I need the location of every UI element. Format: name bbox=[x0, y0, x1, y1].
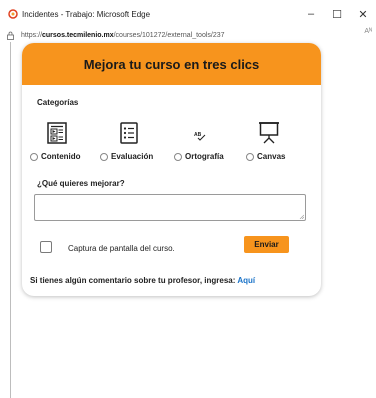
maximize-button[interactable]: ☐ bbox=[324, 0, 350, 28]
category-label-contenido: Contenido bbox=[41, 152, 81, 161]
comment-link[interactable]: Aquí bbox=[237, 276, 255, 285]
question-label: ¿Qué quieres mejorar? bbox=[37, 179, 125, 188]
edge-app-icon bbox=[8, 9, 18, 19]
category-option-contenido[interactable]: Contenido bbox=[30, 152, 81, 161]
send-button[interactable]: Enviar bbox=[244, 236, 289, 253]
screenshot-checkbox-label: Captura de pantalla del curso. bbox=[68, 244, 175, 253]
card-title: Mejora tu curso en tres clics bbox=[83, 56, 260, 72]
category-label-ortografia: Ortografía bbox=[185, 152, 224, 161]
window-title: Incidentes - Trabajo: Microsoft Edge bbox=[22, 9, 151, 19]
checklist-icon[interactable] bbox=[120, 122, 138, 149]
page-left-border bbox=[10, 42, 11, 398]
minimize-button[interactable]: – bbox=[298, 0, 324, 28]
professor-comment-text: Si tienes algún comentario sobre tu prof… bbox=[30, 276, 255, 285]
url-prefix: https:// bbox=[21, 31, 43, 39]
radio-ortografia[interactable] bbox=[174, 152, 182, 161]
address-bar[interactable]: https://cursos.tecmilenio.mx/courses/101… bbox=[0, 28, 376, 42]
card-header: Mejora tu curso en tres clics bbox=[22, 43, 321, 85]
improvement-textarea[interactable] bbox=[34, 194, 306, 221]
close-button[interactable]: ✕ bbox=[350, 0, 376, 28]
spellcheck-icon[interactable]: AB bbox=[194, 128, 206, 146]
content-icon[interactable] bbox=[47, 122, 67, 149]
feedback-card: Mejora tu curso en tres clics Categorías… bbox=[22, 43, 321, 296]
radio-contenido[interactable] bbox=[30, 152, 38, 161]
radio-canvas[interactable] bbox=[246, 152, 254, 161]
url-path: /courses/101272/external_tools/237 bbox=[113, 31, 225, 39]
presentation-icon[interactable] bbox=[258, 121, 280, 150]
url-host: cursos.tecmilenio.mx bbox=[42, 31, 114, 39]
category-label-evaluacion: Evaluación bbox=[111, 152, 154, 161]
categories-label: Categorías bbox=[37, 98, 79, 107]
category-label-canvas: Canvas bbox=[257, 152, 286, 161]
window-titlebar: Incidentes - Trabajo: Microsoft Edge – ☐… bbox=[0, 0, 376, 28]
category-option-canvas[interactable]: Canvas bbox=[246, 152, 285, 161]
svg-text:AB: AB bbox=[194, 132, 202, 138]
screenshot-checkbox[interactable] bbox=[40, 241, 52, 253]
category-option-evaluacion[interactable]: Evaluación bbox=[100, 152, 153, 161]
resize-handle-icon[interactable] bbox=[299, 214, 304, 219]
radio-evaluacion[interactable] bbox=[100, 152, 108, 161]
category-option-ortografia[interactable]: Ortografía bbox=[174, 152, 224, 161]
url-text[interactable]: https://cursos.tecmilenio.mx/courses/101… bbox=[21, 32, 225, 39]
read-aloud-icon[interactable]: Aᴺ bbox=[364, 28, 372, 35]
comment-text: Si tienes algún comentario sobre tu prof… bbox=[30, 276, 236, 285]
lock-icon bbox=[6, 31, 15, 40]
